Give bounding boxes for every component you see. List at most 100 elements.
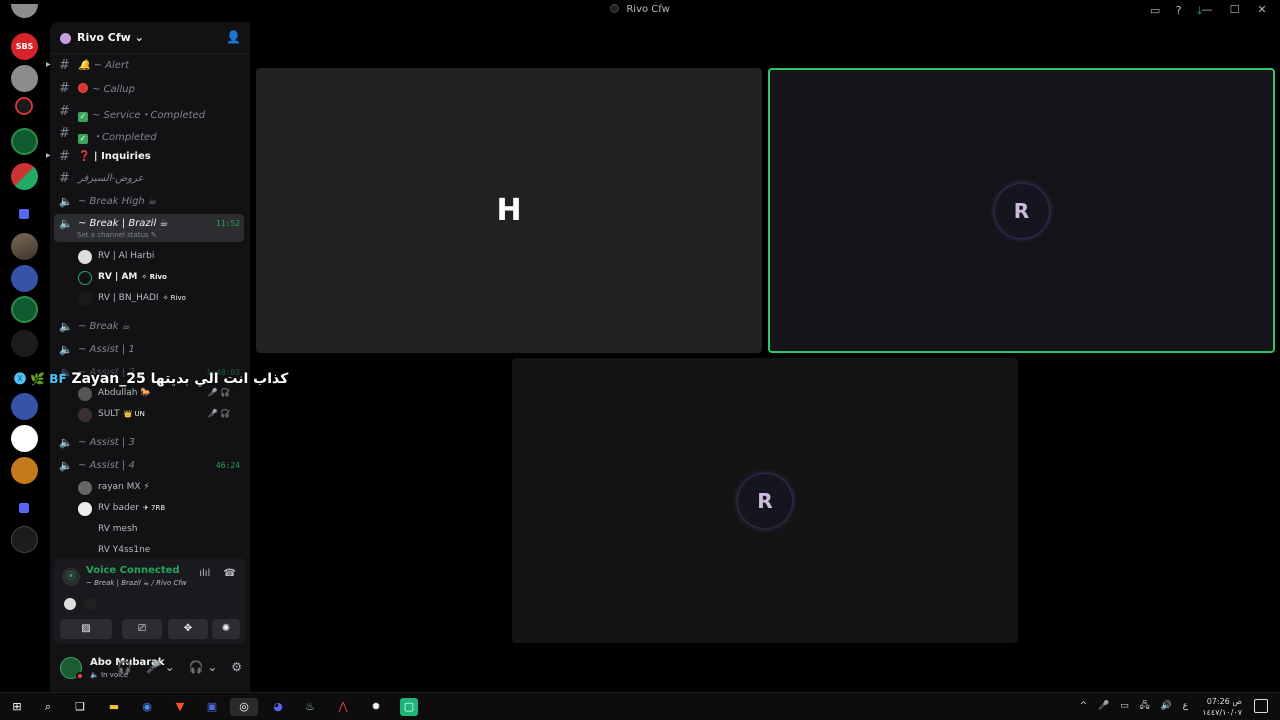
server-icon[interactable] xyxy=(11,457,38,484)
voice-channel-break-high[interactable]: 🔈 ~ Break High ☕ xyxy=(54,192,244,212)
server-icon[interactable]: SBS xyxy=(11,33,38,60)
app-icon[interactable]: ▢ xyxy=(400,698,418,716)
speaker-icon: 🔈 xyxy=(59,343,73,356)
language-indicator[interactable]: ع xyxy=(1183,701,1188,711)
clock[interactable]: 07:26 ص ١٤٤٧/١٠/٠٧ xyxy=(1202,696,1242,718)
settings-app-icon[interactable]: ✹ xyxy=(367,698,385,716)
tray-app-icon[interactable]: ▭ xyxy=(1120,701,1129,711)
voice-user[interactable]: SULT 👑 UN 🎤̸ 🎧̸ xyxy=(78,406,238,424)
text-channel-icon: # xyxy=(59,81,70,96)
voice-channel-link[interactable]: ~ Break | Brazil ☕ / Rivo Cfw xyxy=(86,579,187,587)
video-tile[interactable]: R xyxy=(512,358,1018,643)
inbox-icon[interactable]: ▭ xyxy=(1150,4,1160,17)
user-panel: Abo Mubarak 🔈 In voice 🎧 🎤 ⌄ 🎧 ⌄ ⚙ xyxy=(54,652,246,688)
channel-name: ✓ ・Completed xyxy=(78,132,157,144)
voice-user[interactable]: RV bader ✈ 7RB xyxy=(78,500,238,518)
guild-name[interactable]: Rivo Cfw ⌄ xyxy=(77,31,144,44)
voice-user[interactable]: RV | Al Harbi xyxy=(78,248,238,266)
file-explorer-icon[interactable]: ▬ xyxy=(105,698,123,716)
channel-alert[interactable]: ▶ # 🔔 ~ Alert xyxy=(46,56,244,76)
channel-completed[interactable]: # ✓ ・Completed xyxy=(54,124,244,144)
discord-icon[interactable]: ◎ xyxy=(230,698,258,716)
steam-icon[interactable]: ♨ xyxy=(301,698,319,716)
channel-inquiries[interactable]: ▶ # ❓ | Inquiries xyxy=(46,147,244,167)
server-icon[interactable] xyxy=(11,393,38,420)
server-icon[interactable] xyxy=(11,4,38,18)
user-name: RV bader ✈ 7RB xyxy=(98,503,166,513)
noise-suppression-icon[interactable]: ılıl xyxy=(199,568,210,579)
server-icon[interactable] xyxy=(11,163,38,190)
game-launcher-icon[interactable]: ⋀ xyxy=(334,698,352,716)
channel-name: ~ Assist | 3 xyxy=(78,437,135,448)
voice-channel-break-brazil[interactable]: 🔈 ~ Break | Brazil ☕ 11:52 Set a channel… xyxy=(54,214,244,242)
server-icon[interactable] xyxy=(11,128,38,155)
user-name: RV mesh xyxy=(98,524,138,534)
server-icon[interactable] xyxy=(11,265,38,292)
camera-off-button[interactable]: ▨ xyxy=(60,619,112,639)
channel-name: عروض-السيرفر xyxy=(78,173,144,184)
add-member-icon[interactable]: 👤 xyxy=(226,30,241,44)
tray-chevron-icon[interactable]: ^ xyxy=(1080,701,1088,711)
notification-icon[interactable] xyxy=(1254,699,1268,713)
speaker-icon: 🔈 xyxy=(59,217,73,230)
video-tile[interactable]: H xyxy=(256,68,762,353)
server-icon[interactable] xyxy=(15,97,33,115)
voice-channel-break[interactable]: 🔈 ~ Break ☕ xyxy=(54,317,244,337)
app-logo-icon xyxy=(610,4,620,13)
channel-service-completed[interactable]: # ✓ ~ Service・Completed xyxy=(54,102,244,122)
user-name: RV | BN_HADI ✧ Rivo xyxy=(98,293,186,303)
user-tag: ✈ 7RB xyxy=(142,504,166,512)
channel-timer: 11:52 xyxy=(215,219,240,228)
app-icon[interactable]: ▣ xyxy=(203,698,221,716)
network-icon[interactable]: 🖧 xyxy=(1140,701,1150,711)
voice-actions: ılıl ☎ xyxy=(189,568,236,579)
discord-alt-icon[interactable]: ◕ xyxy=(269,698,287,716)
channel-callup[interactable]: # ~ Callup xyxy=(54,79,244,99)
server-icon[interactable] xyxy=(11,330,38,357)
server-icon[interactable] xyxy=(11,526,38,553)
voice-user[interactable]: RV mesh xyxy=(78,521,238,539)
help-icon[interactable]: ? xyxy=(1176,4,1182,17)
channel-name: ✓ ~ Service・Completed xyxy=(78,110,206,122)
screen-share-button[interactable]: ⎚ xyxy=(122,619,162,639)
search-icon[interactable]: ⌕ xyxy=(39,698,57,716)
volume-icon[interactable]: 🔊 xyxy=(1161,701,1172,711)
microphone-icon[interactable]: 🎤 ⌄ xyxy=(146,660,175,674)
disconnect-icon[interactable]: ☎ xyxy=(224,568,236,579)
voice-user[interactable]: RV | AM ✧ Rivo xyxy=(78,269,238,287)
windows-start-icon[interactable]: ⊞ xyxy=(8,698,26,716)
speaker-icon: 🔈 xyxy=(59,459,73,472)
soundboard-button[interactable]: ✺ xyxy=(212,619,240,639)
chrome-icon[interactable]: ◉ xyxy=(138,698,156,716)
guild-header[interactable]: Rivo Cfw ⌄ 👤 xyxy=(50,22,250,54)
avatar xyxy=(84,598,96,610)
close-button[interactable]: ✕ xyxy=(1250,3,1274,16)
voice-channel-assist-3[interactable]: 🔈 ~ Assist | 3 xyxy=(54,433,244,453)
folder-icon[interactable] xyxy=(19,209,29,219)
voice-user[interactable]: RV | BN_HADI ✧ Rivo xyxy=(78,290,238,308)
task-view-icon[interactable]: ❏ xyxy=(71,698,89,716)
channel-offers[interactable]: # عروض-السيرفر xyxy=(54,169,244,189)
video-tile-speaking[interactable]: R xyxy=(768,68,1275,353)
server-icon[interactable] xyxy=(11,233,38,260)
server-icon[interactable] xyxy=(11,296,38,323)
tray-mic-icon[interactable]: 🎤 xyxy=(1098,701,1109,711)
channel-status[interactable]: Set a channel status ✎ xyxy=(77,231,157,239)
voice-channel-assist-1[interactable]: 🔈 ~ Assist | 1 xyxy=(54,340,244,360)
gear-icon[interactable]: ⚙ xyxy=(231,660,242,674)
minimize-button[interactable]: — xyxy=(1195,3,1219,16)
signal-icon[interactable]: ⦿ xyxy=(62,568,80,586)
brave-icon[interactable]: ▼ xyxy=(171,698,189,716)
voice-channel-assist-4[interactable]: 🔈 ~ Assist | 4 46:24 xyxy=(54,456,244,476)
voice-user[interactable]: rayan MX ⚡ xyxy=(78,479,238,497)
deafen-icon[interactable]: 🎧 xyxy=(117,660,132,674)
avatar xyxy=(78,481,92,495)
maximize-button[interactable]: ☐ xyxy=(1223,3,1247,16)
folder-icon[interactable] xyxy=(19,503,29,513)
activities-button[interactable]: ✥ xyxy=(168,619,208,639)
headphones-icon[interactable]: 🎧 ⌄ xyxy=(189,660,218,674)
server-icon[interactable] xyxy=(11,65,38,92)
server-icon[interactable] xyxy=(11,425,38,452)
avatar xyxy=(78,271,92,285)
avatar xyxy=(78,523,92,537)
